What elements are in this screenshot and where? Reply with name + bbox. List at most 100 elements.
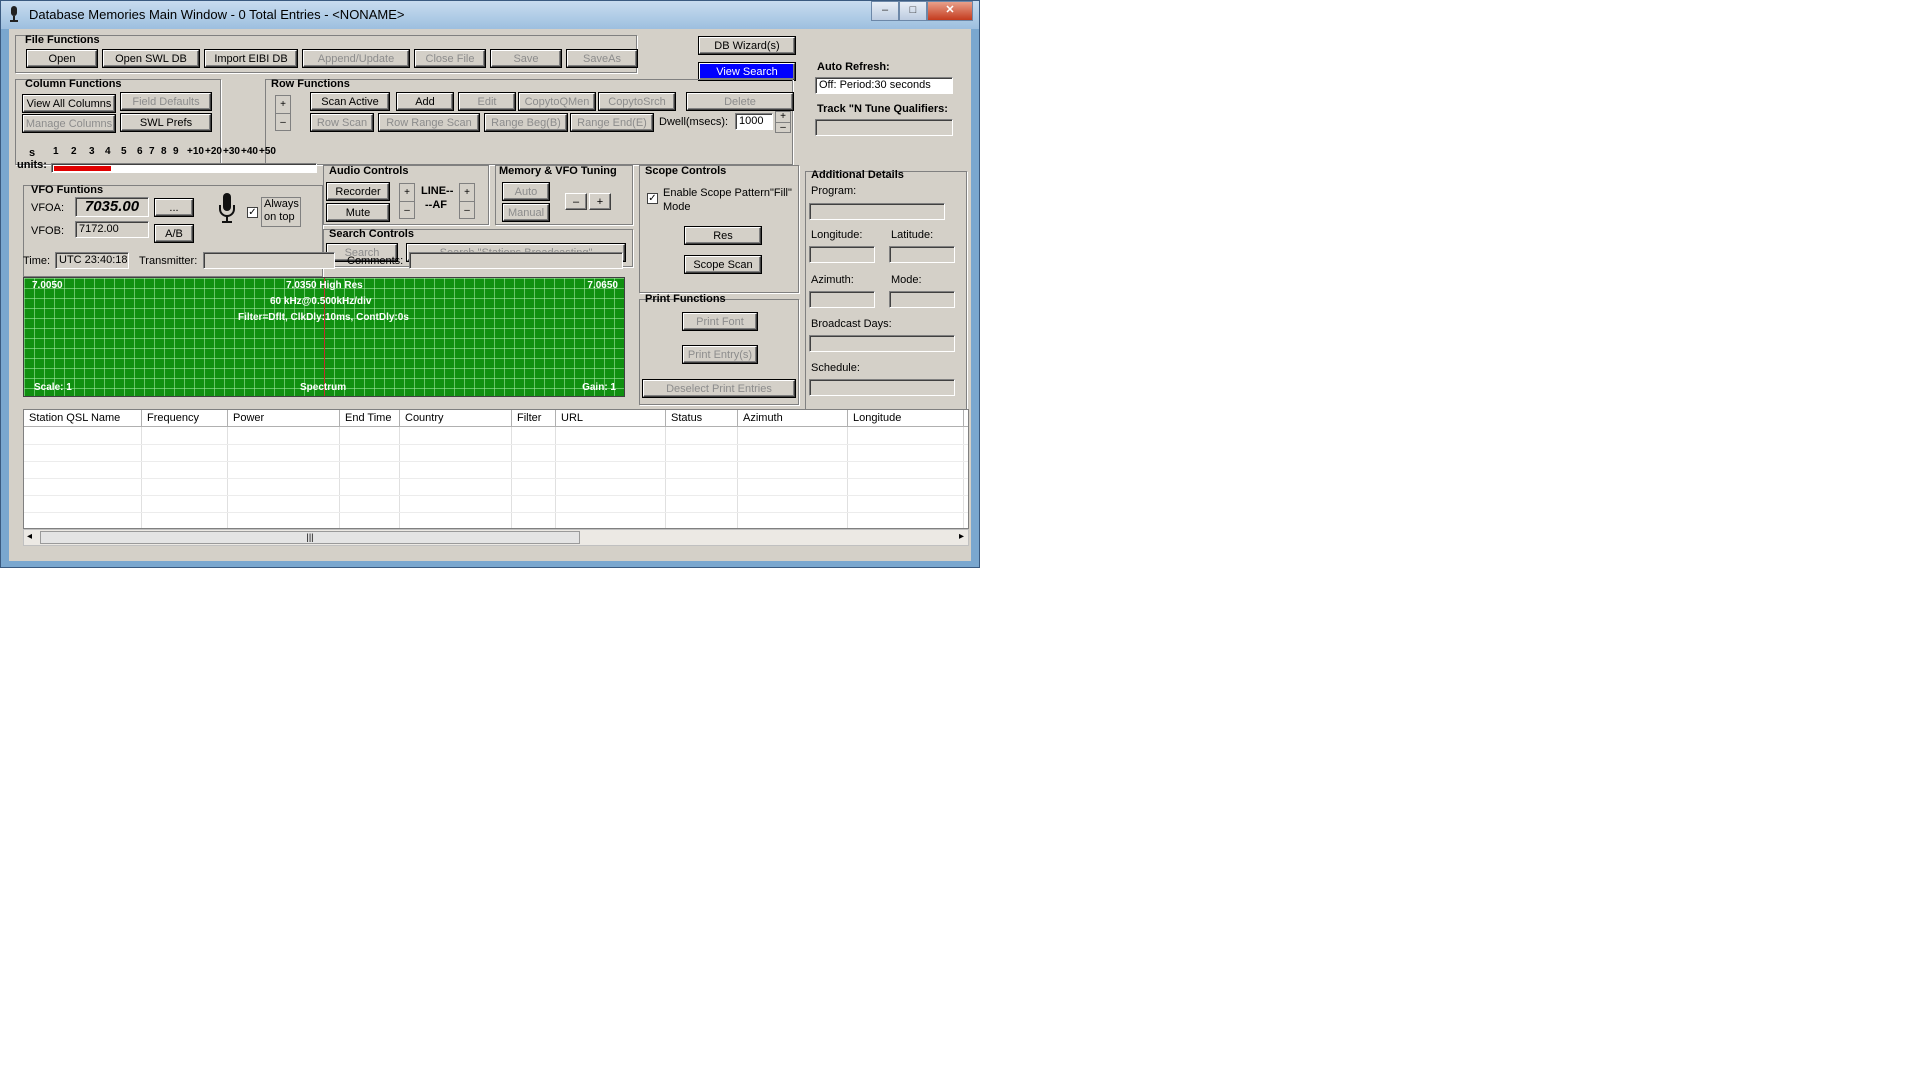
swl-prefs-button[interactable]: SWL Prefs [120,113,212,132]
dwell-stepper[interactable]: + – [775,111,791,133]
s-meter-tick-9: 9 [173,146,179,157]
db-wizard-button[interactable]: DB Wizard(s) [698,36,796,55]
s-label: s [29,147,36,159]
column-header[interactable]: Longitude [848,410,964,427]
af-stepper-plus[interactable]: + [460,184,474,202]
af-stepper-minus[interactable]: – [460,202,474,219]
column-header[interactable]: Station QSL Name [24,410,142,427]
column-header[interactable]: End Time [340,410,400,427]
open-swl-db-button[interactable]: Open SWL DB [102,49,200,68]
save-button[interactable]: Save [490,49,562,68]
copy-to-qmem-button[interactable]: CopytoQMen [518,92,596,111]
tune-down-button[interactable]: – [565,193,587,210]
row-stepper-minus[interactable]: – [276,114,290,131]
view-search-button[interactable]: View Search [698,62,796,81]
line-stepper-plus[interactable]: + [400,184,414,202]
column-header[interactable]: Country [400,410,512,427]
latitude-label: Latitude: [891,229,934,241]
field-defaults-button[interactable]: Field Defaults [120,92,212,111]
ab-swap-button[interactable]: A/B [154,224,194,243]
s-meter-tick-5: 5 [121,146,127,157]
broadcast-days-field[interactable] [809,335,955,352]
print-functions-heading: Print Functions [645,293,726,305]
tune-up-button[interactable]: + [589,193,611,210]
mode-field[interactable] [889,291,955,308]
close-button[interactable]: ✕ [927,1,973,21]
microphone-icon [219,193,235,223]
transmitter-field[interactable] [203,252,335,269]
manage-columns-button[interactable]: Manage Columns [22,114,116,133]
view-all-columns-button[interactable]: View All Columns [22,94,116,113]
longitude-field[interactable] [809,246,875,263]
always-on-top-checkbox[interactable]: ✓ [247,207,258,218]
table-row [24,461,968,462]
schedule-label: Schedule: [811,362,860,374]
add-button[interactable]: Add [396,92,454,111]
save-as-button[interactable]: SaveAs [566,49,638,68]
entries-table[interactable]: Station QSL Name Frequency Power End Time Co… [23,409,969,529]
scrollbar-thumb[interactable]: ||| [40,531,580,544]
range-beg-button[interactable]: Range Beg(B) [484,113,568,132]
print-entries-button[interactable]: Print Entry(s) [682,345,758,364]
spectrum-display[interactable]: 7.0050 7.0350 High Res 7.0650 60 kHz@0.5… [23,277,625,397]
column-header[interactable]: Frequency [142,410,228,427]
auto-button[interactable]: Auto [502,182,550,201]
vfoa-field[interactable]: 7035.00 [75,197,149,217]
horizontal-scrollbar[interactable]: ◂ ||| ▸ [23,529,969,546]
edit-button[interactable]: Edit [458,92,516,111]
scroll-left-arrow[interactable]: ◂ [27,531,32,542]
dwell-field[interactable]: 1000 [735,113,773,130]
program-field[interactable] [809,203,945,220]
auto-refresh-field[interactable]: Off: Period:30 seconds [815,77,953,94]
always-on-top-line2: on top [264,211,295,223]
scan-active-button[interactable]: Scan Active [310,92,390,111]
line-stepper-minus[interactable]: – [400,202,414,219]
s-meter-tick-14: +50 [259,146,276,157]
scope-fill-checkbox[interactable]: ✓ [647,193,658,204]
scope-controls-heading: Scope Controls [645,165,727,177]
close-file-button[interactable]: Close File [414,49,486,68]
column-header[interactable]: Filter [512,410,556,427]
column-functions-heading: Column Functions [25,78,122,90]
af-stepper[interactable]: + – [459,183,475,219]
track-tune-field[interactable] [815,119,953,136]
column-header[interactable]: Power [228,410,340,427]
units-label: units: [17,159,47,171]
scope-scan-button[interactable]: Scope Scan [684,255,762,274]
row-stepper-plus[interactable]: + [276,96,290,114]
line-stepper[interactable]: + – [399,183,415,219]
res-button[interactable]: Res [684,226,762,245]
vfo-more-button[interactable]: ... [154,198,194,217]
mute-button[interactable]: Mute [326,203,390,222]
s-meter-fill [54,166,111,171]
minimize-button[interactable]: – [871,1,899,21]
range-end-button[interactable]: Range End(E) [570,113,654,132]
recorder-button[interactable]: Recorder [326,182,390,201]
file-functions-heading: File Functions [25,34,100,46]
latitude-field[interactable] [889,246,955,263]
schedule-field[interactable] [809,379,955,396]
column-header[interactable]: L [964,410,968,427]
append-update-button[interactable]: Append/Update [302,49,410,68]
comments-field[interactable] [409,252,623,269]
row-stepper[interactable]: + – [275,95,291,131]
print-font-button[interactable]: Print Font [682,312,758,331]
maximize-button[interactable]: □ [899,1,927,21]
azimuth-field[interactable] [809,291,875,308]
row-range-scan-button[interactable]: Row Range Scan [378,113,480,132]
deselect-print-entries-button[interactable]: Deselect Print Entries [642,379,796,398]
scroll-right-arrow[interactable]: ▸ [959,531,964,542]
import-eibi-db-button[interactable]: Import EIBI DB [204,49,298,68]
column-header[interactable]: Azimuth [738,410,848,427]
spectrum-center-freq: 7.0350 High Res [286,280,363,291]
column-header[interactable]: Status [666,410,738,427]
s-meter-tick-1: 1 [53,146,59,157]
delete-button[interactable]: Delete [686,92,794,111]
row-scan-button[interactable]: Row Scan [310,113,374,132]
manual-button[interactable]: Manual [502,203,550,222]
column-header[interactable]: URL [556,410,666,427]
dwell-stepper-minus[interactable]: – [776,123,790,133]
vfob-field[interactable]: 7172.00 [75,221,149,238]
copy-to-srch-button[interactable]: CopytoSrch [598,92,676,111]
open-button[interactable]: Open [26,49,98,68]
